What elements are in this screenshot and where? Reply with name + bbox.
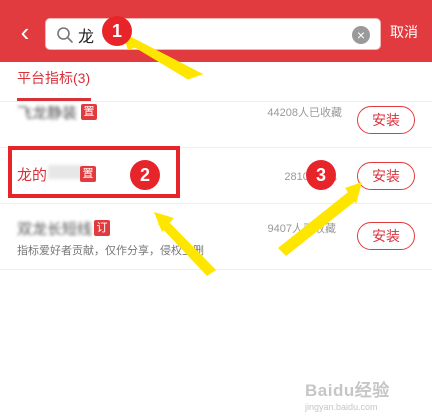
step-badge-3: 3 <box>306 160 336 190</box>
watermark-main: Baidu经验 <box>305 381 390 400</box>
step-badge-2: 2 <box>130 160 160 190</box>
step-badge-1: 1 <box>102 16 132 46</box>
baidu-watermark: Baidu经验 jingyan.baidu.com <box>305 376 427 416</box>
watermark-sub: jingyan.baidu.com <box>305 402 378 412</box>
annotation-arrows <box>120 26 362 276</box>
